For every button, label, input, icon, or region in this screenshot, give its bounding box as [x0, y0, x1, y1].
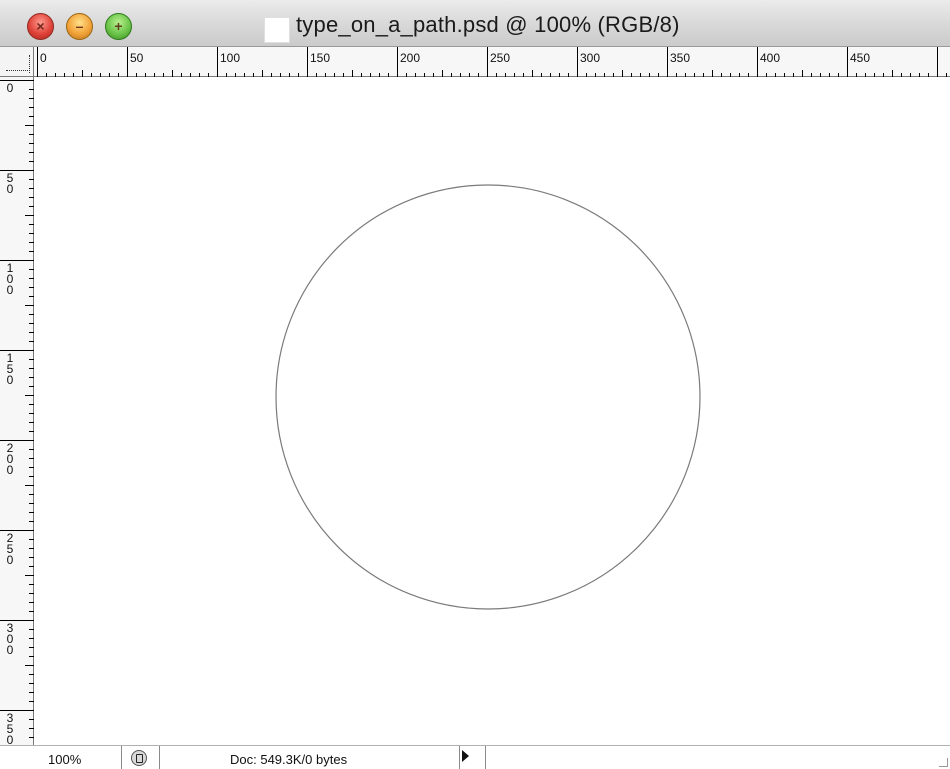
ruler-label: 0	[6, 81, 14, 95]
ruler-label: 0	[40, 51, 47, 65]
ruler-label: 100	[6, 261, 14, 297]
document-window: × – + type_on_a_path.psd @ 100% (RGB/8) …	[0, 0, 950, 769]
ruler-label: 200	[6, 441, 14, 477]
status-bar: 100% Doc: 549.3K/0 bytes	[0, 745, 950, 769]
ruler-label: 100	[220, 51, 241, 65]
status-icon-cell[interactable]	[122, 746, 160, 769]
zoom-icon: +	[114, 18, 123, 34]
vertical-scrollbar[interactable]	[940, 77, 950, 745]
minimize-icon: –	[75, 18, 84, 34]
ruler-label: 350	[6, 711, 14, 747]
document-info: Doc: 549.3K/0 bytes	[160, 746, 460, 769]
close-button[interactable]: ×	[27, 13, 54, 40]
vertical-ruler[interactable]: 0 50 100 150 200 250 300 350	[0, 77, 34, 747]
document-size: Doc: 549.3K/0 bytes	[230, 752, 348, 767]
window-title: type_on_a_path.psd @ 100% (RGB/8)	[296, 12, 680, 37]
circle-path[interactable]	[275, 184, 701, 610]
ruler-label: 150	[310, 51, 331, 65]
minimize-button[interactable]: –	[66, 13, 93, 40]
canvas-artwork	[275, 184, 701, 610]
ruler-label: 250	[490, 51, 511, 65]
document-proxy-icon[interactable]	[264, 17, 290, 43]
ruler-label: 50	[6, 171, 14, 196]
ruler-label: 150	[6, 351, 14, 387]
ruler-label: 350	[670, 51, 691, 65]
resize-grip-icon[interactable]	[939, 758, 948, 767]
document-canvas[interactable]	[34, 77, 940, 745]
close-icon: ×	[36, 18, 45, 34]
zoom-level-field[interactable]: 100%	[0, 746, 122, 769]
ruler-label: 400	[760, 51, 781, 65]
horizontal-ruler[interactable]: 0 50 100 150 200 250 300 350 400 450	[34, 47, 950, 77]
horizontal-scrollbar[interactable]	[485, 746, 950, 769]
ruler-label: 200	[400, 51, 421, 65]
zoom-button[interactable]: +	[105, 13, 132, 40]
ruler-origin[interactable]	[0, 47, 34, 77]
ruler-label: 300	[6, 621, 14, 657]
ruler-label: 250	[6, 531, 14, 567]
ruler-label: 50	[130, 51, 144, 65]
title-bar[interactable]: × – + type_on_a_path.psd @ 100% (RGB/8)	[0, 0, 950, 47]
version-cue-icon[interactable]	[131, 750, 147, 766]
status-menu-arrow-icon[interactable]	[462, 750, 469, 762]
ruler-label: 300	[580, 51, 601, 65]
ruler-label: 450	[850, 51, 871, 65]
zoom-level: 100%	[48, 752, 82, 767]
